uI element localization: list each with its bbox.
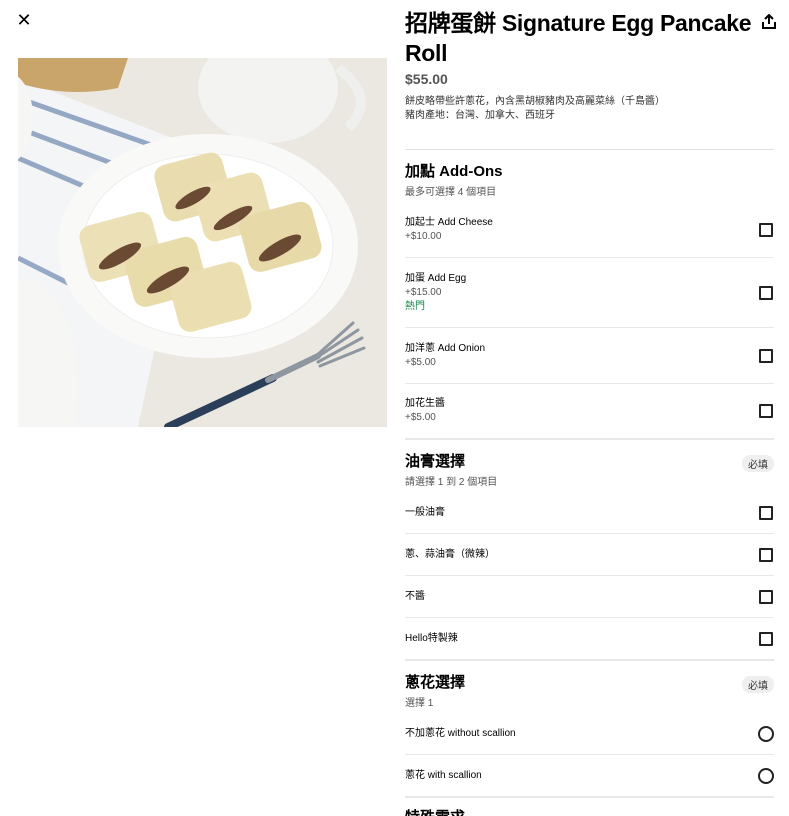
section-subtitle: 請選擇 1 到 2 個項目 xyxy=(405,477,498,488)
product-photo xyxy=(18,58,387,427)
description-line: 豬肉產地：台灣、加拿大、西班牙 xyxy=(405,110,555,121)
option-row[interactable]: 不加蔥花 without scallion xyxy=(405,713,774,755)
option-radio[interactable] xyxy=(758,767,774,784)
option-checkbox[interactable] xyxy=(759,404,773,418)
option-name: 蔥花 with scallion xyxy=(405,769,482,781)
close-button[interactable]: ✕ xyxy=(14,10,34,30)
description-line: 餅皮略帶些許蔥花，內含黑胡椒豬肉及高麗菜絲（千島醬） xyxy=(405,96,665,107)
option-name: 加花生醬 xyxy=(405,398,445,409)
option-price: +$5.00 xyxy=(405,412,436,423)
option-row[interactable]: 一般油膏 xyxy=(405,492,774,534)
option-price: +$10.00 xyxy=(405,230,442,242)
addons-section: 加點 Add-Ons 最多可選擇 4 個項目 加起士 Add Cheese +$… xyxy=(405,150,774,440)
section-title: 加點 Add-Ons xyxy=(405,163,503,180)
option-radio[interactable] xyxy=(758,725,774,742)
option-name: 加洋蔥 Add Onion xyxy=(405,342,486,354)
option-name: 加起士 Add Cheese xyxy=(405,216,493,228)
option-row[interactable]: 加洋蔥 Add Onion +$5.00 xyxy=(405,328,774,384)
option-row[interactable]: 加花生醬 +$5.00 xyxy=(405,384,774,438)
section-title: 蔥花選擇 xyxy=(405,674,466,691)
section-subtitle: 最多可選擇 4 個項目 xyxy=(405,187,497,198)
option-checkbox[interactable] xyxy=(759,505,773,520)
item-price: $55.00 xyxy=(405,71,448,87)
share-button[interactable] xyxy=(762,13,780,32)
option-row[interactable]: 不醬 xyxy=(405,576,774,618)
option-row[interactable]: 蔥花 with scallion xyxy=(405,755,774,796)
option-checkbox[interactable] xyxy=(759,348,773,363)
option-checkbox[interactable] xyxy=(759,589,773,604)
option-name: 蔥、蒜油膏（微辣） xyxy=(405,548,495,560)
option-checkbox[interactable] xyxy=(759,285,773,300)
option-row[interactable]: 加起士 Add Cheese +$10.00 xyxy=(405,202,774,258)
popular-tag: 熱門 xyxy=(405,300,425,312)
option-row[interactable]: 蔥、蒜油膏（微辣） xyxy=(405,534,774,576)
option-name: 不加蔥花 without scallion xyxy=(405,727,516,739)
option-checkbox[interactable] xyxy=(759,547,773,562)
option-name: Hello特製辣 xyxy=(405,632,458,644)
option-name: 加蛋 Add Egg xyxy=(405,272,467,284)
option-row[interactable]: 加蛋 Add Egg +$15.00 熱門 xyxy=(405,258,774,328)
option-checkbox[interactable] xyxy=(759,631,773,646)
item-title: 招牌蛋餅 Signature Egg Pancake Roll xyxy=(405,10,752,66)
section-subtitle: 選擇 1 xyxy=(405,698,434,709)
scallion-section: 蔥花選擇 選擇 1 必填 不加蔥花 without scallion 蔥花 wi… xyxy=(405,661,774,798)
option-name: 不醬 xyxy=(405,590,425,602)
option-name: 一般油膏 xyxy=(405,506,445,518)
option-price: +$15.00 xyxy=(405,286,442,298)
required-badge: 必填 xyxy=(742,676,774,693)
close-icon: ✕ xyxy=(16,10,32,30)
next-section-title: 特殊需求 xyxy=(405,806,774,816)
item-detail-panel: 招牌蛋餅 Signature Egg Pancake Roll $55.00 餅… xyxy=(405,8,776,816)
required-badge: 必填 xyxy=(742,455,774,472)
option-checkbox[interactable] xyxy=(759,222,773,237)
option-row[interactable]: Hello特製辣 xyxy=(405,618,774,659)
sauce-section: 油膏選擇 請選擇 1 到 2 個項目 必填 一般油膏 蔥、蒜油膏（微辣） 不醬 … xyxy=(405,440,774,661)
option-price: +$5.00 xyxy=(405,356,436,368)
item-description: 餅皮略帶些許蔥花，內含黑胡椒豬肉及高麗菜絲（千島醬） 豬肉產地：台灣、加拿大、西… xyxy=(405,95,774,123)
share-icon xyxy=(762,13,776,29)
section-title: 油膏選擇 xyxy=(405,453,466,470)
